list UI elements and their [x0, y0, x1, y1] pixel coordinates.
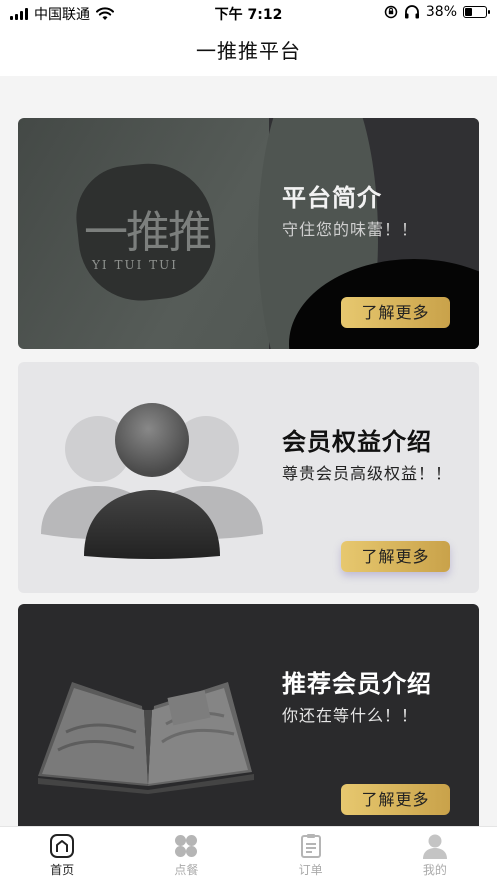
learn-more-button[interactable]: 了解更多 [341, 784, 450, 815]
tab-profile[interactable]: 我的 [373, 827, 497, 883]
card-title: 平台简介 [282, 184, 382, 212]
platform-intro-card[interactable]: 一推推 YI TUI TUI 平台简介 守住您的味蕾！！ 了解更多 [18, 118, 479, 349]
learn-more-button[interactable]: 了解更多 [341, 541, 450, 572]
learn-more-button[interactable]: 了解更多 [341, 297, 450, 328]
member-benefits-card[interactable]: 会员权益介绍 尊贵会员高级权益！！ 了解更多 [18, 362, 479, 593]
tab-label: 点餐 [174, 863, 199, 877]
clipboard-icon [300, 834, 321, 858]
tab-label: 我的 [422, 863, 447, 877]
card-title: 推荐会员介绍 [282, 670, 432, 698]
grid-icon [175, 835, 198, 857]
home-icon [50, 834, 75, 858]
book-icon [38, 682, 254, 794]
user-icon [422, 834, 447, 859]
tab-bar: 首页 点餐 订单 我的 [0, 826, 497, 883]
card-subtitle: 守住您的味蕾！！ [282, 220, 419, 239]
battery-icon [463, 6, 490, 18]
orientation-lock-icon [384, 5, 398, 19]
status-right: 38% [384, 4, 490, 20]
card-title: 会员权益介绍 [282, 428, 432, 456]
tab-label: 首页 [50, 863, 75, 877]
tab-orders[interactable]: 订单 [249, 827, 373, 883]
logo-icon: 一推推 [84, 207, 212, 258]
status-bar: 中国联通 下午 7:12 38% [0, 0, 497, 26]
card-subtitle: 你还在等什么！！ [282, 706, 419, 725]
card-subtitle: 尊贵会员高级权益！！ [282, 464, 453, 483]
headphones-icon [404, 5, 419, 19]
tab-home[interactable]: 首页 [0, 827, 124, 883]
page-title: 一推推平台 [196, 39, 301, 63]
battery-percent: 38% [425, 4, 457, 20]
tab-label: 订单 [298, 863, 323, 877]
nav-bar: 一推推平台 [0, 26, 497, 76]
logo-subtitle: YI TUI TUI [92, 258, 179, 272]
referral-member-card[interactable]: 推荐会员介绍 你还在等什么！！ 了解更多 [18, 604, 479, 826]
members-icon [41, 403, 263, 559]
tab-order-food[interactable]: 点餐 [124, 827, 248, 883]
